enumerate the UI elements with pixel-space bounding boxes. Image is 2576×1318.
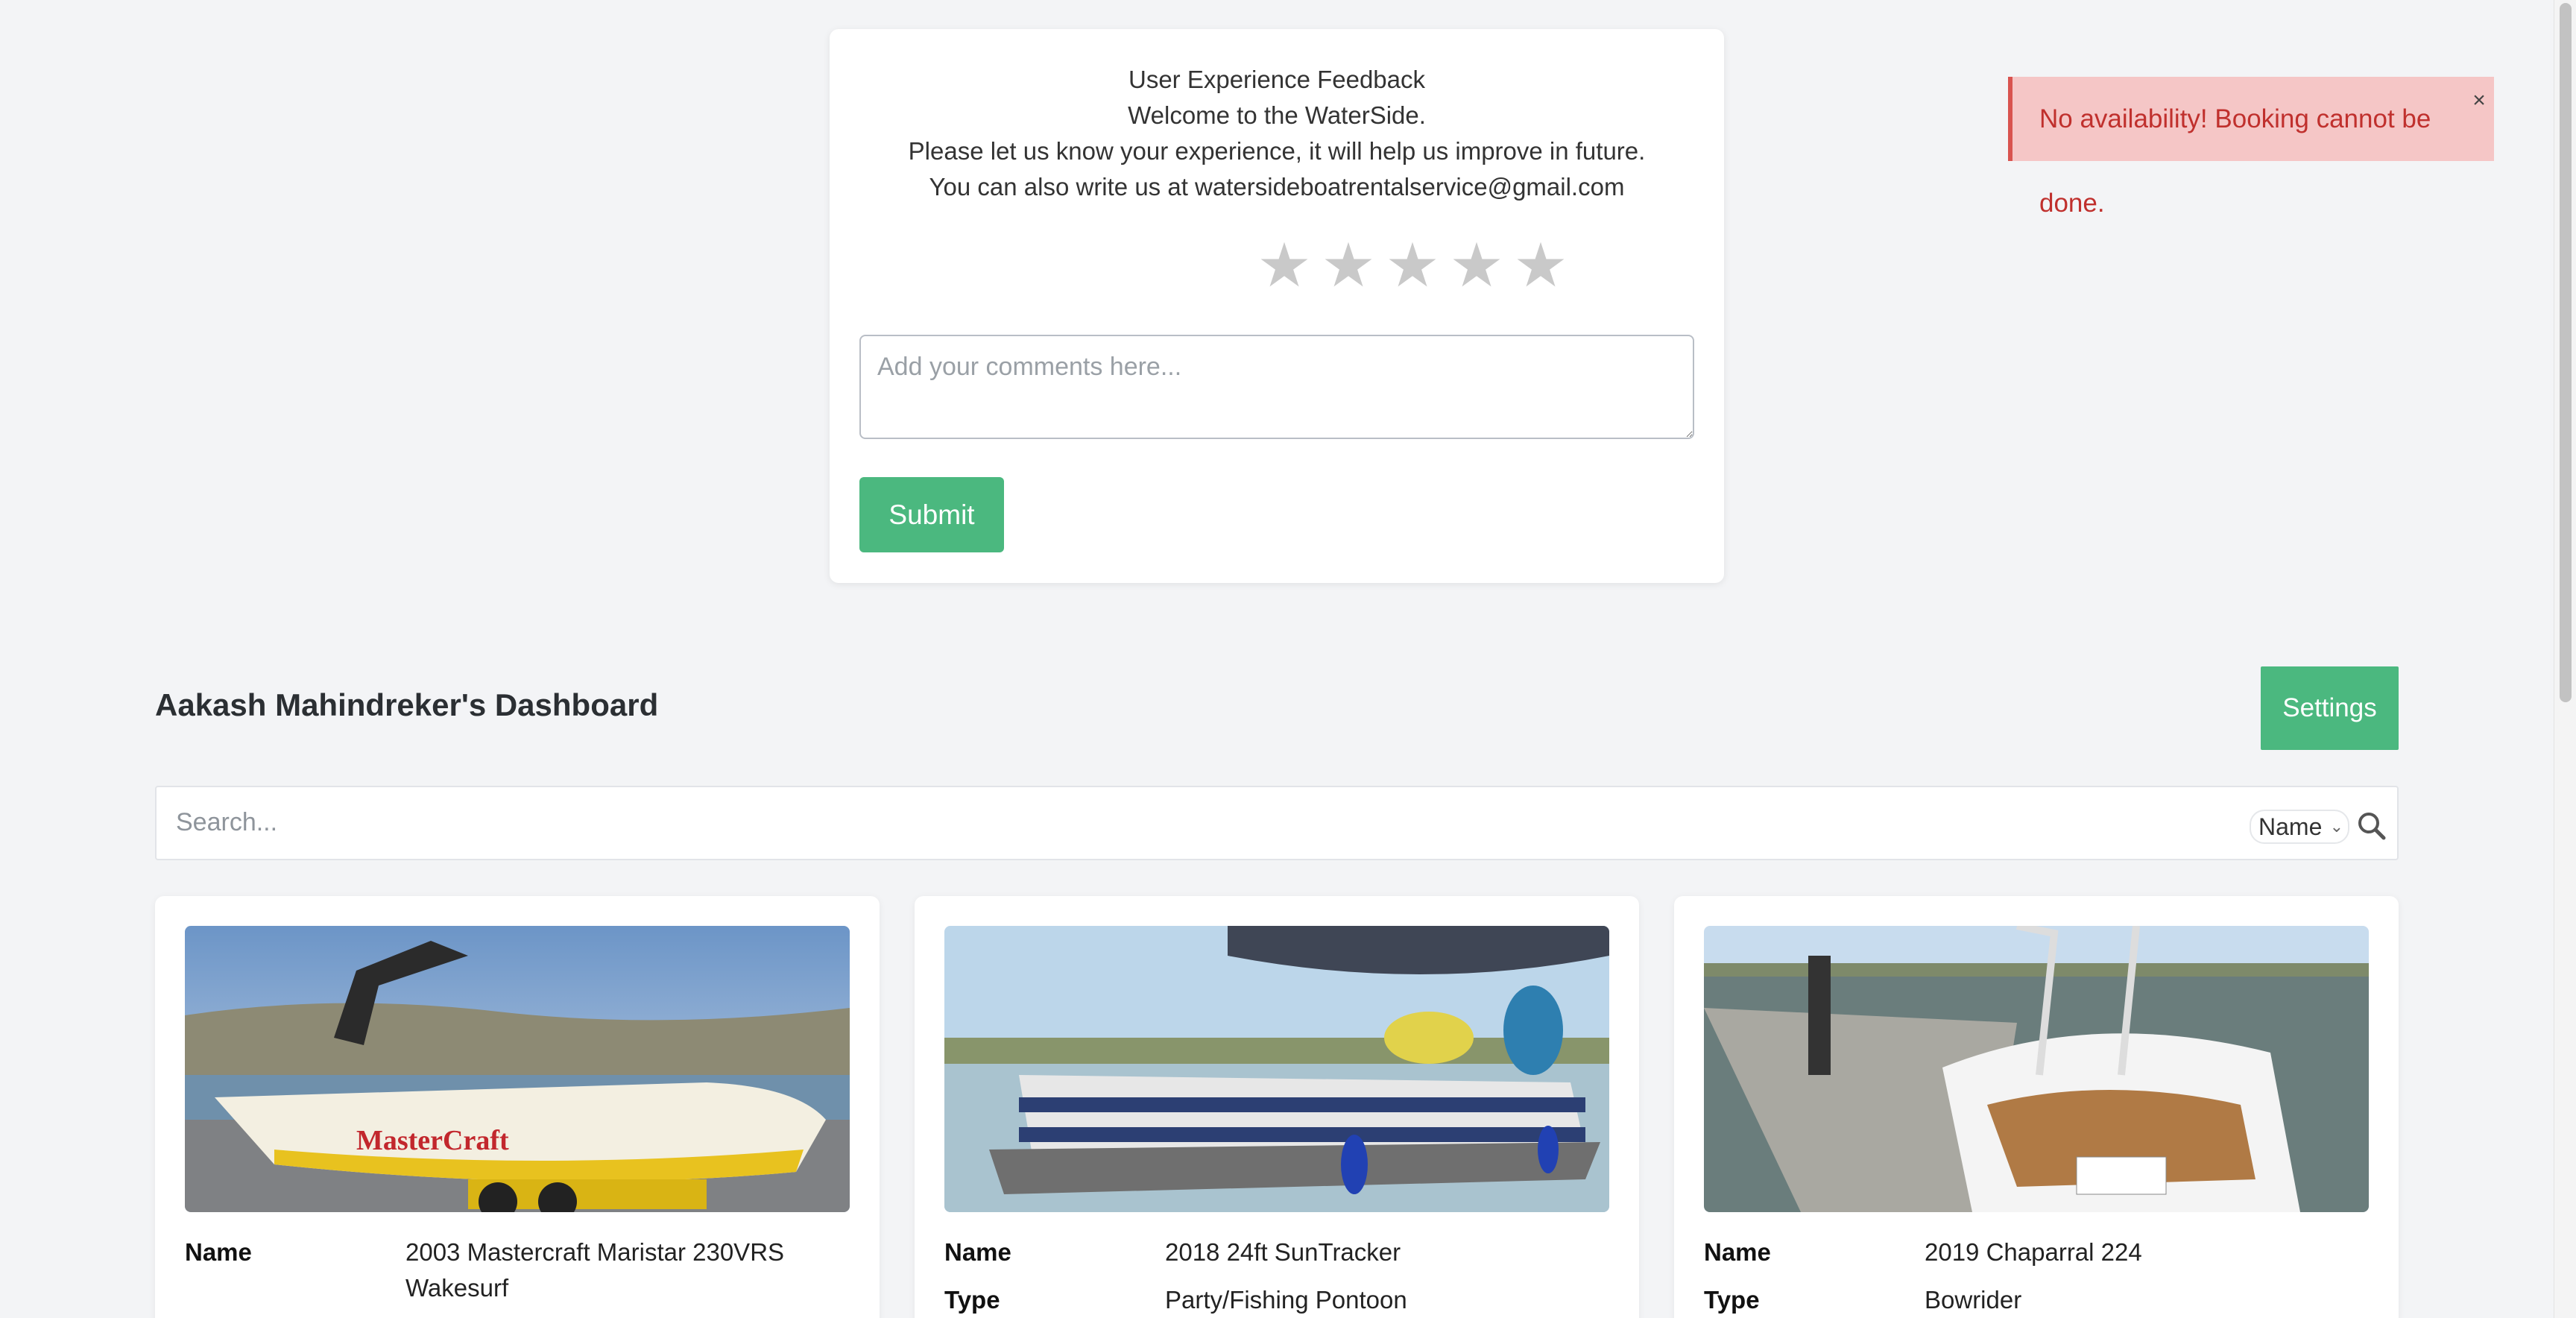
- page-scrollbar[interactable]: [2554, 0, 2576, 1318]
- search-bar: Name ⌄: [155, 786, 2399, 860]
- star-rating: ★ ★ ★ ★ ★: [1254, 236, 1570, 297]
- boat-name: 2003 Mastercraft Maristar 230VRS Wakesur…: [405, 1238, 785, 1302]
- dashboard-title: Aakash Mahindreker's Dashboard: [155, 687, 659, 722]
- feedback-welcome: Welcome to the WaterSide.: [1128, 101, 1426, 129]
- search-icon[interactable]: [2355, 810, 2388, 842]
- type-label: Type: [1704, 1286, 1760, 1314]
- feedback-contact: You can also write us at watersideboatre…: [929, 173, 1625, 201]
- type-label: Type: [944, 1286, 1000, 1314]
- boat-name: 2019 Chaparral 224: [1925, 1238, 2142, 1266]
- settings-button[interactable]: Settings: [2261, 666, 2399, 750]
- boat-card[interactable]: MasterCraft Name 2003 Mastercraft Marist…: [155, 896, 880, 1318]
- close-icon[interactable]: ×: [2469, 89, 2490, 112]
- boat-name: 2018 24ft SunTracker: [1165, 1238, 1401, 1266]
- star-1-icon[interactable]: ★: [1254, 236, 1314, 297]
- alert-message: No availability! Booking cannot be done.: [2039, 104, 2431, 218]
- name-label: Name: [185, 1238, 252, 1266]
- star-2-icon[interactable]: ★: [1319, 236, 1378, 297]
- mastercraft-logo: MasterCraft: [356, 1125, 509, 1156]
- boat-card[interactable]: Name 2019 Chaparral 224 Type Bowrider: [1674, 896, 2399, 1318]
- feedback-instructions: Please let us know your experience, it w…: [908, 137, 1646, 165]
- search-input[interactable]: [158, 789, 2230, 856]
- star-4-icon[interactable]: ★: [1447, 236, 1506, 297]
- name-label: Name: [1704, 1238, 1771, 1266]
- boat-type: Bowrider: [1925, 1286, 2022, 1314]
- star-5-icon[interactable]: ★: [1511, 236, 1570, 297]
- sort-select[interactable]: Name ⌄: [2250, 810, 2349, 844]
- chevron-down-icon: ⌄: [2329, 817, 2343, 836]
- submit-button[interactable]: Submit: [859, 477, 1004, 552]
- scrollbar-thumb[interactable]: [2560, 3, 2572, 702]
- bowrider-boat-photo: [1704, 926, 2369, 1212]
- name-label: Name: [944, 1238, 1011, 1266]
- feedback-intro: User Experience Feedback Welcome to the …: [830, 62, 1724, 205]
- boat-type: Party/Fishing Pontoon: [1165, 1286, 1407, 1314]
- star-3-icon[interactable]: ★: [1383, 236, 1442, 297]
- feedback-card: User Experience Feedback Welcome to the …: [830, 29, 1724, 583]
- availability-alert: No availability! Booking cannot be done.…: [2008, 77, 2494, 218]
- comments-textarea[interactable]: [859, 335, 1694, 439]
- mastercraft-boat-photo: MasterCraft: [185, 926, 850, 1212]
- boat-card[interactable]: Name 2018 24ft SunTracker Type Party/Fis…: [915, 896, 1639, 1318]
- feedback-heading: User Experience Feedback: [1128, 66, 1426, 93]
- sort-selected-value: Name: [2258, 813, 2323, 840]
- pontoon-boat-photo: [944, 926, 1609, 1212]
